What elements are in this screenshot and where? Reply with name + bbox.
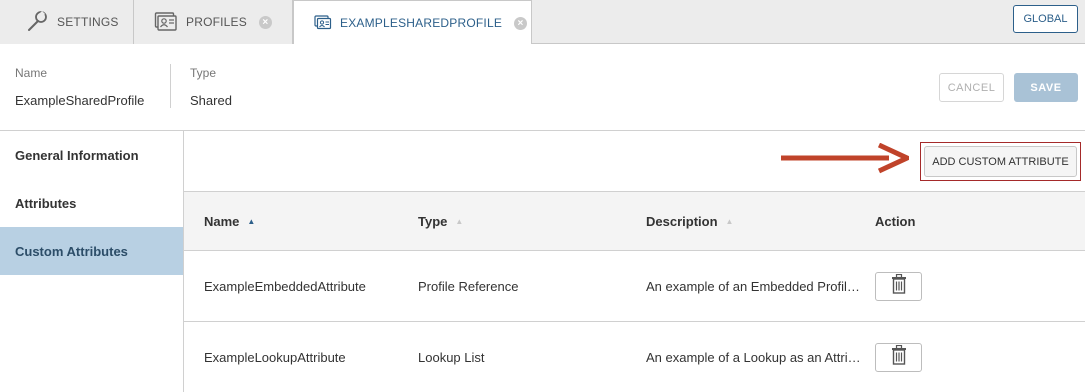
close-icon[interactable]: × bbox=[258, 15, 272, 29]
sidebar: General Information Attributes Custom At… bbox=[0, 131, 184, 392]
sort-ascending-icon: ▲ bbox=[247, 217, 256, 226]
name-field: Name ExampleSharedProfile bbox=[15, 66, 144, 108]
column-header-name[interactable]: Name ▲ bbox=[204, 214, 255, 229]
cell-type: Lookup List bbox=[418, 350, 485, 365]
tab-profiles[interactable]: PROFILES × bbox=[134, 0, 293, 44]
sidebar-item-general-information[interactable]: General Information bbox=[0, 131, 183, 179]
table-row: ExampleEmbeddedAttribute Profile Referen… bbox=[184, 251, 1085, 322]
trash-icon bbox=[891, 344, 907, 370]
tab-label: SETTINGS bbox=[57, 15, 119, 29]
tab-label: PROFILES bbox=[186, 15, 247, 29]
column-header-description[interactable]: Description ▲ bbox=[646, 214, 733, 229]
tab-settings[interactable]: SETTINGS bbox=[0, 0, 134, 44]
cancel-button[interactable]: CANCEL bbox=[939, 73, 1004, 102]
table-row: ExampleLookupAttribute Lookup List An ex… bbox=[184, 322, 1085, 392]
cell-description: An example of a Lookup as an Attribute bbox=[646, 350, 866, 365]
tab-bar: SETTINGS PROFILES × EXAMPLESHAREDPROFILE… bbox=[0, 0, 1085, 45]
profiles-icon bbox=[154, 10, 178, 35]
sidebar-item-custom-attributes[interactable]: Custom Attributes bbox=[0, 227, 183, 275]
type-label: Type bbox=[190, 66, 217, 80]
global-button[interactable]: GLOBAL bbox=[1013, 5, 1078, 33]
sort-icon: ▲ bbox=[725, 217, 734, 226]
main-content: ADD CUSTOM ATTRIBUTE Name ▲ Type ▲ Descr… bbox=[184, 131, 1085, 392]
type-value: Shared bbox=[190, 93, 232, 108]
name-label: Name bbox=[15, 66, 48, 80]
cell-name: ExampleEmbeddedAttribute bbox=[204, 279, 366, 294]
name-value: ExampleSharedProfile bbox=[15, 93, 145, 108]
save-button[interactable]: SAVE bbox=[1014, 73, 1078, 102]
wrench-icon bbox=[25, 9, 49, 36]
add-custom-attribute-button[interactable]: ADD CUSTOM ATTRIBUTE bbox=[924, 146, 1077, 177]
profile-header: Name ExampleSharedProfile Type Shared CA… bbox=[0, 44, 1085, 131]
divider bbox=[170, 64, 171, 108]
profile-icon bbox=[314, 14, 332, 33]
tab-examplesharedprofile[interactable]: EXAMPLESHAREDPROFILE × bbox=[293, 0, 532, 45]
sort-icon: ▲ bbox=[455, 217, 464, 226]
delete-button[interactable] bbox=[875, 343, 922, 372]
table-header: Name ▲ Type ▲ Description ▲ Action bbox=[184, 192, 1085, 251]
annotation-arrow bbox=[781, 143, 909, 174]
toolbar: ADD CUSTOM ATTRIBUTE bbox=[184, 131, 1085, 192]
cell-name: ExampleLookupAttribute bbox=[204, 350, 346, 365]
cell-description: An example of an Embedded Profile refere… bbox=[646, 279, 866, 294]
column-header-type[interactable]: Type ▲ bbox=[418, 214, 463, 229]
cell-type: Profile Reference bbox=[418, 279, 519, 294]
column-header-action: Action bbox=[875, 214, 916, 229]
tab-label: EXAMPLESHAREDPROFILE bbox=[340, 16, 503, 30]
type-field: Type Shared bbox=[190, 66, 232, 108]
close-icon[interactable]: × bbox=[514, 16, 528, 30]
sidebar-item-attributes[interactable]: Attributes bbox=[0, 179, 183, 227]
delete-button[interactable] bbox=[875, 272, 922, 301]
trash-icon bbox=[891, 273, 907, 299]
